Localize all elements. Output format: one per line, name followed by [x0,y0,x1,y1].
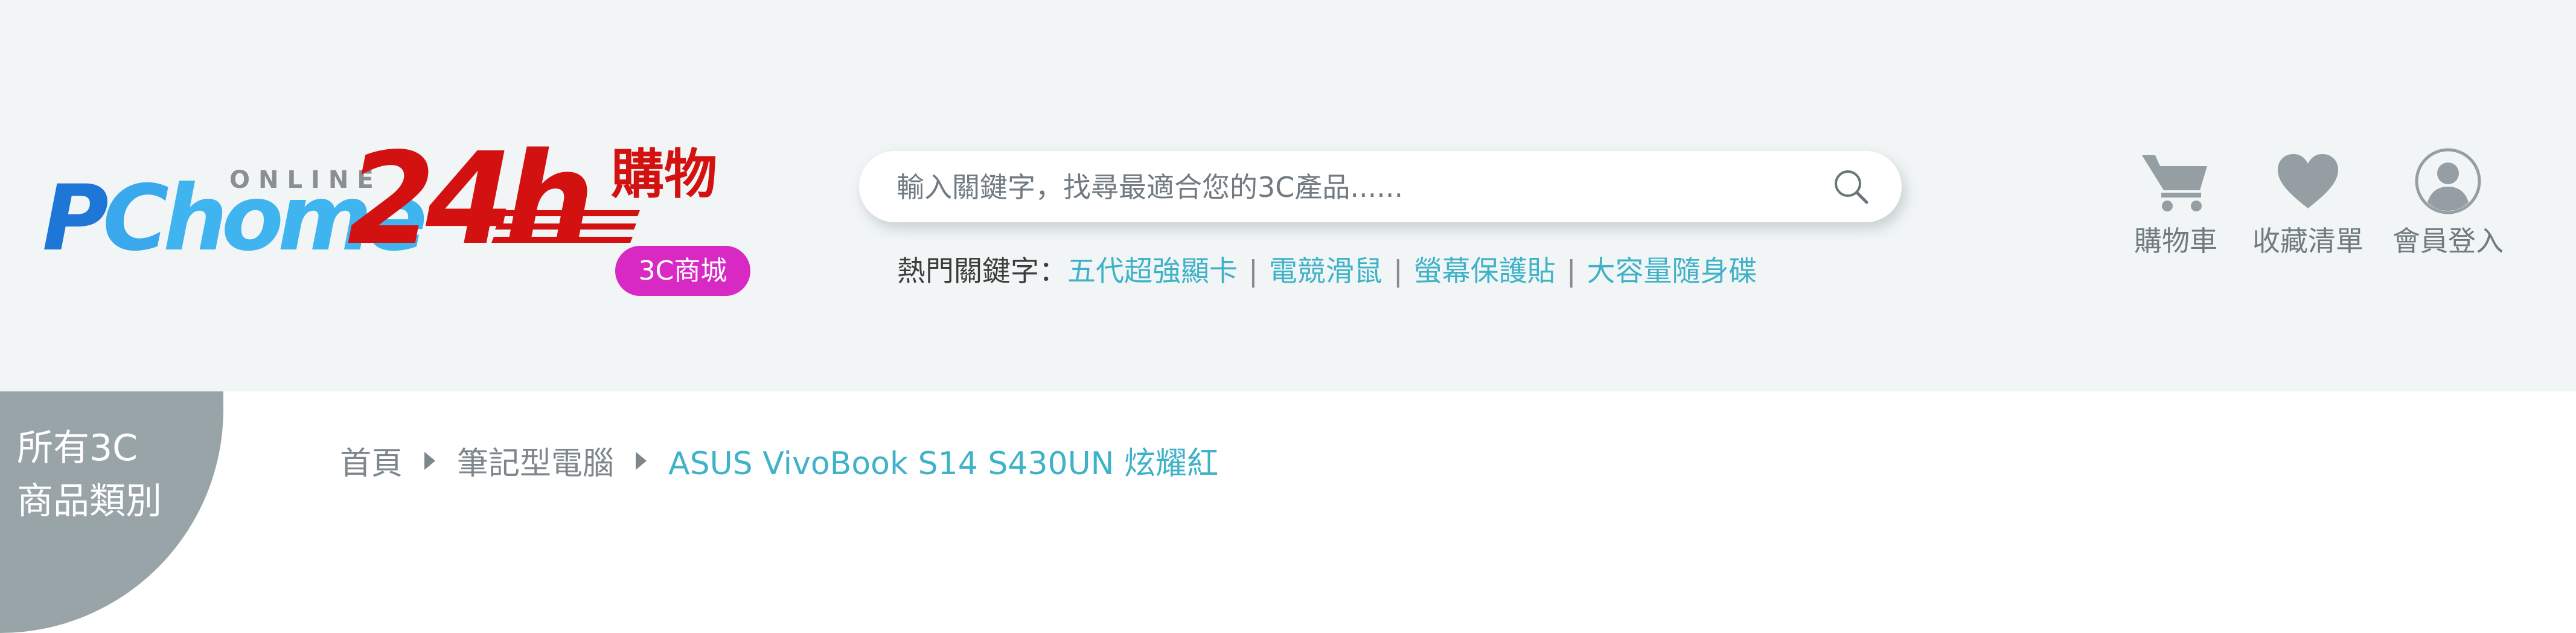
login-label: 會員登入 [2392,225,2504,257]
wishlist-button[interactable]: 收藏清單 [2252,148,2363,259]
hot-keywords: 熱門關鍵字：五代超強顯卡 | 電競滑鼠 | 螢幕保護貼 | 大容量隨身碟 [897,248,1757,289]
search-input[interactable] [895,151,1803,223]
caret-right-icon [424,451,436,470]
search-bar [859,151,1902,223]
hot-keyword-link[interactable]: 電競滑鼠 [1269,255,1382,288]
hot-keywords-label: 熱門關鍵字： [897,255,1067,288]
hot-keyword-link[interactable]: 螢幕保護貼 [1414,255,1556,288]
all-categories-label: 所有3C 商品類別 [17,427,162,522]
logo-stripes-icon [491,210,640,243]
user-avatar-icon [2415,148,2481,214]
all-categories-button[interactable]: 所有3C 商品類別 [0,391,223,633]
hot-keyword-link[interactable]: 大容量隨身碟 [1587,255,1757,288]
wishlist-label: 收藏清單 [2252,225,2363,257]
divider: | [1393,255,1403,288]
caret-right-icon [636,451,647,470]
breadcrumb-category[interactable]: 筆記型電腦 [457,438,614,483]
logo-shopping-text: 購物 [611,143,718,205]
cart-icon [2142,155,2207,211]
search-icon[interactable] [1832,167,1870,206]
heart-icon [2278,154,2338,208]
divider: | [1248,255,1258,288]
breadcrumb-home[interactable]: 首頁 [340,438,403,483]
cart-label: 購物車 [2134,225,2217,257]
login-button[interactable]: 會員登入 [2392,148,2504,259]
hot-keyword-link[interactable]: 五代超強顯卡 [1067,255,1238,288]
cart-button[interactable]: 購物車 [2134,148,2217,259]
breadcrumb: 首頁 筆記型電腦 ASUS VivoBook S14 S430UN 炫耀紅 [340,438,1218,483]
divider: | [1566,255,1576,288]
pchome-24h-logo[interactable]: ONLINE PChome 24h [42,136,640,264]
header: ONLINE PChome 24h 購物 3C商城 熱門關鍵字：五代超強顯卡 | 電… [0,0,2576,391]
3c-mall-badge[interactable]: 3C商城 [615,246,750,296]
breadcrumb-current[interactable]: ASUS VivoBook S14 S430UN 炫耀紅 [668,438,1218,483]
